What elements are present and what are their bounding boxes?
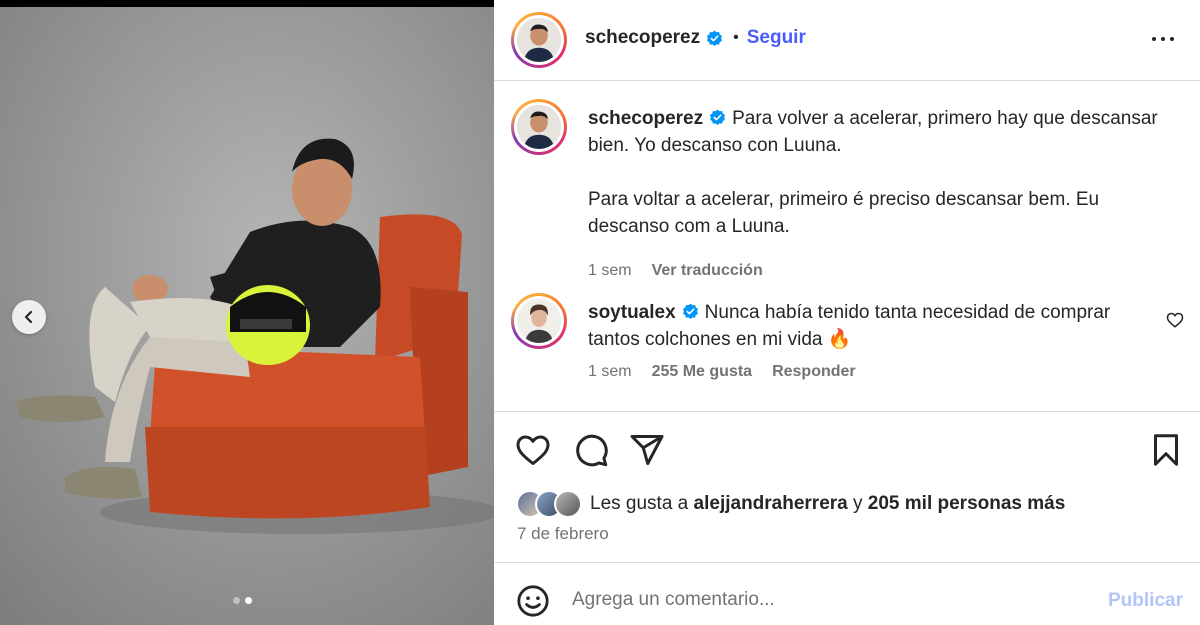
author-avatar[interactable] bbox=[511, 12, 567, 68]
emoji-icon[interactable] bbox=[516, 584, 550, 618]
verified-badge-icon bbox=[710, 109, 726, 125]
carousel-indicator bbox=[233, 597, 252, 604]
post-actions: Les gusta a alejjandraherrera y 205 mil … bbox=[494, 412, 1200, 562]
first-liker-username[interactable]: alejjandraherrera bbox=[694, 493, 848, 515]
like-heart-icon[interactable] bbox=[515, 432, 551, 468]
follow-button[interactable]: Seguir bbox=[747, 27, 806, 49]
caption-meta: 1 sem Ver traducción bbox=[588, 262, 763, 280]
comment-text: soytualex Nunca había tenido tanta neces… bbox=[588, 299, 1148, 353]
see-translation-link[interactable]: Ver traducción bbox=[652, 262, 763, 280]
avatar-image bbox=[517, 299, 561, 343]
comment-composer: Publicar bbox=[494, 562, 1200, 625]
comment-time: 1 sem bbox=[588, 363, 632, 380]
post-sidebar: schecoperez • Seguir schecoperez Para vo… bbox=[494, 0, 1200, 625]
commenter-avatar[interactable] bbox=[511, 293, 567, 349]
verified-badge-icon bbox=[707, 30, 723, 46]
carousel-dot bbox=[233, 597, 240, 604]
comment-bubble-icon[interactable] bbox=[573, 432, 609, 468]
media-top-bar bbox=[0, 0, 494, 7]
post-header: schecoperez • Seguir bbox=[494, 0, 1200, 81]
save-bookmark-icon[interactable] bbox=[1148, 432, 1184, 468]
author-username[interactable]: schecoperez bbox=[585, 27, 700, 49]
caption-body-pt: Para voltar a acelerar, primeiro é preci… bbox=[588, 189, 1100, 237]
carousel-dot-active bbox=[245, 597, 252, 604]
more-options-button[interactable] bbox=[1150, 29, 1178, 49]
chevron-left-icon bbox=[24, 310, 33, 324]
liker-avatars bbox=[516, 490, 582, 518]
post-photo bbox=[0, 7, 494, 625]
reply-button[interactable]: Responder bbox=[772, 363, 856, 381]
likes-summary: Les gusta a alejjandraherrera y 205 mil … bbox=[516, 490, 1065, 518]
commenter-username[interactable]: soytualex bbox=[588, 302, 676, 323]
header-user-line: schecoperez • Seguir bbox=[585, 27, 806, 49]
likes-connector: y bbox=[853, 493, 863, 514]
likes-prefix: Les gusta a bbox=[590, 493, 689, 514]
liker-avatar bbox=[554, 490, 582, 518]
likes-count-link[interactable]: 205 mil personas más bbox=[868, 493, 1066, 515]
post-date[interactable]: 7 de febrero bbox=[517, 524, 609, 544]
comment-input[interactable] bbox=[572, 583, 1072, 617]
previous-slide-button[interactable] bbox=[12, 300, 46, 334]
caption-time: 1 sem bbox=[588, 262, 632, 279]
caption-username[interactable]: schecoperez bbox=[588, 108, 703, 129]
avatar-image bbox=[517, 18, 561, 62]
comment-meta: 1 sem 255 Me gusta Responder bbox=[588, 363, 856, 381]
comment-like-count[interactable]: 255 Me gusta bbox=[652, 363, 752, 381]
publish-button[interactable]: Publicar bbox=[1108, 590, 1183, 612]
header-separator: • bbox=[733, 29, 739, 46]
caption-author-avatar[interactable] bbox=[511, 99, 567, 155]
like-comment-heart-icon[interactable] bbox=[1166, 311, 1184, 329]
share-paper-plane-icon[interactable] bbox=[629, 432, 665, 468]
verified-badge-icon bbox=[682, 303, 698, 319]
more-options-icon bbox=[1152, 37, 1156, 41]
caption-text: schecoperez Para volver a acelerar, prim… bbox=[588, 105, 1178, 240]
avatar-image bbox=[517, 105, 561, 149]
post-media[interactable] bbox=[0, 0, 494, 625]
comments-section: schecoperez Para volver a acelerar, prim… bbox=[494, 82, 1200, 412]
